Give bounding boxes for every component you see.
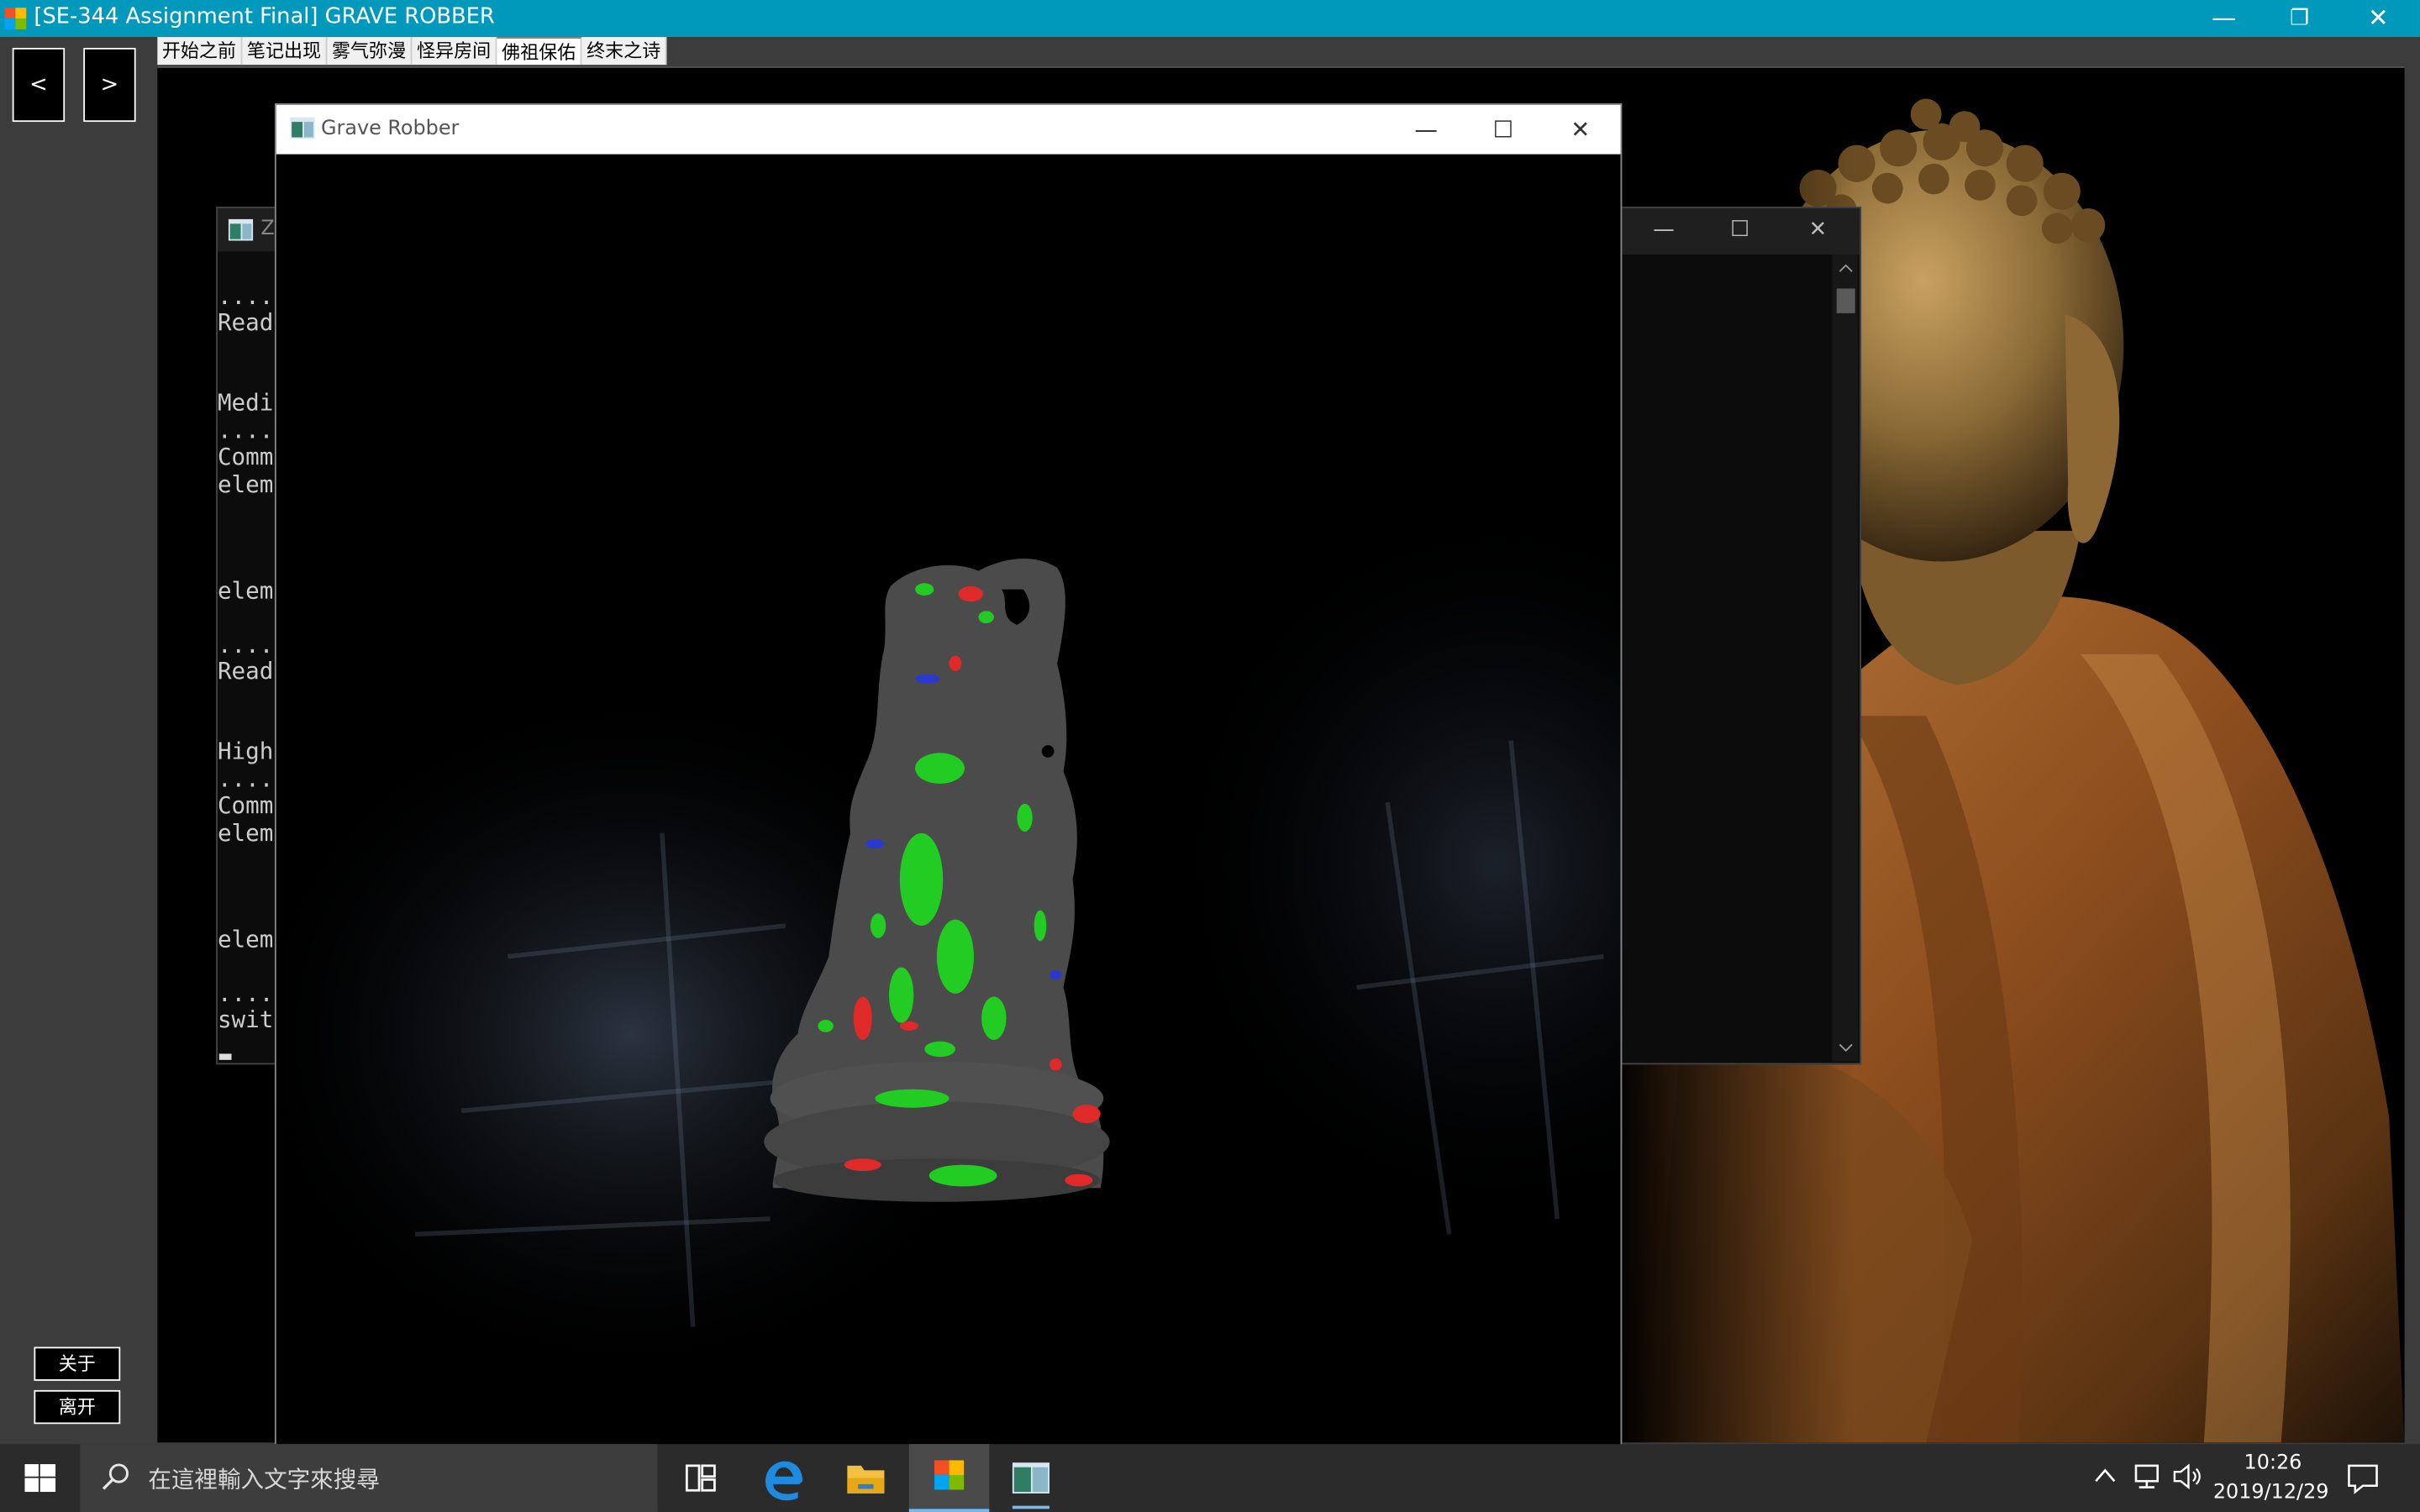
- app-icon: [4, 8, 27, 29]
- console-scrollbar-thumb[interactable]: [1836, 288, 1855, 313]
- about-button[interactable]: 关于: [34, 1347, 121, 1381]
- render-window-title: Grave Robber: [321, 117, 460, 141]
- grave-robber-app-icon[interactable]: [908, 1444, 990, 1512]
- taskbar: 在這裡輸入文字來搜尋 10:26 2019/12/29: [0, 1444, 2420, 1512]
- console-line: ....: [217, 416, 274, 444]
- render-maximize-button[interactable]: ☐: [1472, 111, 1534, 148]
- console-line: elem: [217, 576, 274, 605]
- task-view-icon[interactable]: [660, 1444, 741, 1512]
- search-icon: [102, 1463, 129, 1490]
- console-app-icon: [228, 218, 254, 241]
- next-scene-button[interactable]: >: [83, 47, 136, 123]
- console-line: elem: [217, 470, 274, 499]
- tab-scene-5[interactable]: 佛祖保佑: [497, 37, 582, 66]
- render-app-icon: [290, 117, 315, 139]
- render-close-button[interactable]: ✕: [1549, 111, 1611, 148]
- tab-scene-4[interactable]: 怪异房间: [412, 37, 497, 66]
- exit-button[interactable]: 离开: [34, 1389, 121, 1425]
- render-window: Grave Robber — ☐ ✕: [274, 103, 1623, 1447]
- minimize-button[interactable]: —: [2187, 0, 2261, 37]
- console-minimize-button[interactable]: —: [1653, 218, 1675, 242]
- console-line: elem: [217, 926, 274, 954]
- render-minimize-button[interactable]: —: [1395, 111, 1456, 148]
- window-titlebar: [SE-344 Assignment Final] GRAVE ROBBER —…: [0, 0, 2420, 38]
- notification-icon[interactable]: [2346, 1461, 2380, 1494]
- window-title: [SE-344 Assignment Final] GRAVE ROBBER: [34, 4, 495, 29]
- tray-time[interactable]: 10:26: [2244, 1452, 2302, 1475]
- console-scrollbar[interactable]: [1832, 255, 1859, 1062]
- console-line: ....: [217, 979, 274, 1008]
- background-console-window-right: — ☐ ✕: [1620, 207, 1862, 1065]
- console-line: Comm: [217, 791, 274, 820]
- scroll-up-icon[interactable]: [1839, 262, 1854, 275]
- search-placeholder: 在這裡輸入文字來搜尋: [148, 1465, 380, 1494]
- console-line: swit: [217, 1005, 274, 1034]
- tab-scene-1[interactable]: 开始之前: [157, 37, 243, 66]
- file-explorer-icon[interactable]: [826, 1444, 907, 1512]
- render-canvas[interactable]: [276, 154, 1621, 1446]
- console-line: High: [217, 737, 274, 766]
- windows-start-icon[interactable]: [24, 1464, 56, 1493]
- volume-icon[interactable]: [2171, 1462, 2202, 1490]
- console-line: Comm: [217, 443, 274, 471]
- console-title: Z: [260, 217, 275, 241]
- statue-render: [276, 154, 1621, 1446]
- console-line: Read: [217, 657, 274, 685]
- render-app-taskbar-icon[interactable]: [991, 1444, 1071, 1512]
- console-close-button[interactable]: ✕: [1809, 218, 1828, 242]
- tab-scene-6[interactable]: 终末之诗: [581, 37, 667, 66]
- console-line: ....: [217, 282, 274, 311]
- console-cursor: [218, 1053, 232, 1060]
- scene-tabs: 开始之前 笔记出现 雾气弥漫 怪异房间 佛祖保佑 终末之诗: [157, 37, 667, 66]
- prev-scene-button[interactable]: <: [12, 47, 66, 123]
- tray-date[interactable]: 2019/12/29: [2213, 1481, 2329, 1504]
- close-button[interactable]: ✕: [2341, 0, 2415, 37]
- console-line: ....: [217, 631, 274, 659]
- edge-browser-icon[interactable]: [744, 1444, 824, 1512]
- network-icon[interactable]: [2131, 1462, 2162, 1490]
- console-line: ....: [217, 765, 274, 794]
- tab-scene-3[interactable]: 雾气弥漫: [327, 37, 413, 66]
- chevron-up-icon[interactable]: [2094, 1467, 2116, 1483]
- restore-button[interactable]: ❐: [2263, 0, 2337, 37]
- console-maximize-button[interactable]: ☐: [1730, 218, 1749, 242]
- console-line: Read: [217, 308, 274, 337]
- scroll-down-icon[interactable]: [1839, 1042, 1854, 1054]
- taskbar-search[interactable]: 在這裡輸入文字來搜尋: [80, 1444, 658, 1512]
- tab-scene-2[interactable]: 笔记出现: [242, 37, 328, 66]
- render-window-titlebar: Grave Robber — ☐ ✕: [276, 104, 1621, 155]
- console-right-titlebar: — ☐ ✕: [1622, 207, 1860, 255]
- console-line: elem: [217, 819, 274, 848]
